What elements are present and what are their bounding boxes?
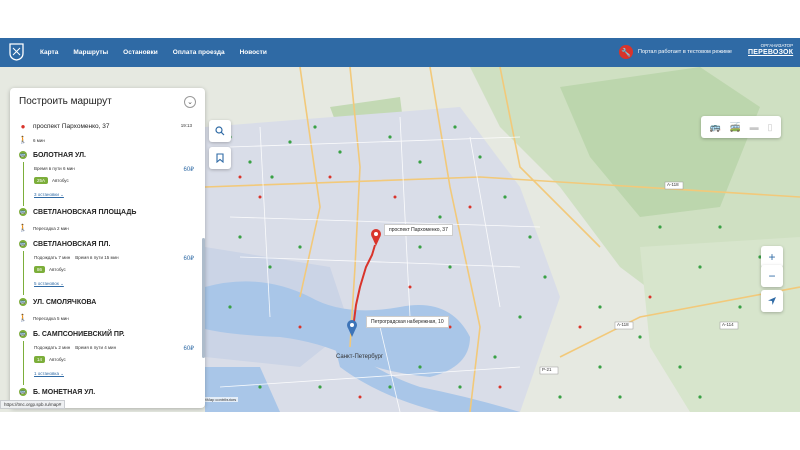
metro-icon[interactable]: ▯: [768, 122, 773, 133]
segment-details: Подождать 2 мин Время в пути 4 мин: [34, 345, 116, 350]
transfer-time: Пересадка 2 мин: [33, 225, 69, 231]
wrench-icon: 🔧: [619, 45, 633, 59]
walk-icon: 🚶: [18, 137, 28, 144]
travel-time: Время в пути 4 мин: [75, 345, 117, 350]
wait-time: Подождать 7 мин: [34, 255, 71, 260]
route-number[interactable]: 25А: [34, 177, 49, 184]
tram-icon[interactable]: ▬: [750, 122, 759, 132]
transport-mode: Автобус: [49, 267, 66, 272]
bus-icon: 🚌: [19, 240, 27, 248]
locate-arrow-icon[interactable]: [761, 290, 783, 312]
nav-map[interactable]: Карта: [40, 49, 58, 56]
stop-name: Б. САМПСОНИЕВСКИЙ ПР.: [33, 330, 125, 338]
stop-name: БОЛОТНАЯ УЛ.: [33, 151, 86, 159]
nav-payment[interactable]: Оплата проезда: [173, 49, 225, 56]
transfer-time: Пересадка 5 мин: [33, 315, 69, 321]
bus-icon: 🚌: [19, 330, 27, 338]
panel-scrollbar[interactable]: [202, 238, 205, 358]
travel-time: Время в пути 6 мин: [34, 166, 75, 171]
stop-item[interactable]: 🚌 БОЛОТНАЯ УЛ.: [19, 151, 86, 159]
origin-pin-icon: ●: [20, 121, 26, 131]
bookmark-icon[interactable]: [209, 147, 231, 169]
origin-time: 19:13: [180, 123, 192, 128]
search-icon[interactable]: [209, 120, 231, 142]
app-frame: Карта Маршруты Остановки Оплата проезда …: [0, 38, 800, 412]
stop-item[interactable]: 🚌 УЛ. СМОЛЯЧКОВА: [19, 298, 96, 306]
test-mode-status: 🔧 Портал работает в тестовом режиме: [619, 45, 732, 59]
stop-name: СВЕТЛАНОВСКАЯ ПЛОЩАДЬ: [33, 208, 137, 216]
nav-news[interactable]: Новости: [240, 49, 267, 56]
route-segment-line: [23, 162, 24, 206]
walk-step: 🚶 6 мин: [19, 136, 45, 144]
stops-toggle[interactable]: 5 остановок ⌄: [34, 281, 64, 287]
walk-icon: 🚶: [18, 315, 28, 322]
transport-mode: Автобус: [49, 357, 66, 362]
nav-stops[interactable]: Остановки: [123, 49, 158, 56]
route-info: 14 Автобус: [34, 356, 66, 363]
stop-name: Б. МОНЕТНАЯ УЛ.: [33, 388, 96, 396]
road-label: Р-21: [542, 367, 552, 372]
transport-filter: 🚌 🚎 ▬ ▯: [701, 116, 781, 138]
brand-logo[interactable]: ОРГАНИЗАТОР ПЕРЕВОЗОК: [748, 43, 794, 56]
stop-name: УЛ. СМОЛЯЧКОВА: [33, 298, 97, 306]
status-url: https://tmc.orgp.spb.ru/map#: [0, 400, 66, 409]
city-label: Санкт-Петербург: [336, 354, 384, 360]
travel-time: Время в пути 15 мин: [75, 255, 119, 260]
bus-icon: 🚌: [19, 151, 27, 159]
nav-routes[interactable]: Маршруты: [73, 49, 108, 56]
chevron-down-icon[interactable]: ⌄: [184, 96, 196, 108]
route-number[interactable]: 14: [34, 356, 46, 363]
stops-count-link[interactable]: 5 остановок ⌄: [34, 281, 64, 287]
origin-tooltip: проспект Пархоменко, 37: [384, 224, 453, 236]
stops-count-link[interactable]: 3 остановки ⌄: [34, 192, 64, 198]
road-label: А-114: [722, 322, 734, 327]
segment-details: Время в пути 6 мин: [34, 166, 75, 171]
destination-tooltip: Петроградская набережная, 10: [366, 316, 449, 328]
road-label: А-118: [617, 322, 629, 327]
fare-price: 60₽: [183, 256, 195, 262]
route-number[interactable]: 86: [34, 266, 46, 273]
origin-label: проспект Пархоменко, 37: [33, 122, 110, 130]
route-origin: ● проспект Пархоменко, 37: [19, 121, 110, 131]
route-segment-line: [23, 251, 24, 295]
stop-item[interactable]: 🚌 Б. МОНЕТНАЯ УЛ.: [19, 388, 95, 396]
zoom-out-button[interactable]: −: [761, 265, 783, 287]
bus-icon: 🚌: [19, 388, 27, 396]
main-nav: Карта Маршруты Остановки Оплата проезда …: [40, 38, 282, 67]
coat-of-arms-icon[interactable]: [9, 43, 24, 61]
transport-mode: Автобус: [52, 178, 69, 183]
walk-time: 6 мин: [33, 137, 45, 143]
stop-name: СВЕТЛАНОВСКАЯ ПЛ.: [33, 240, 111, 248]
route-segment-line: [23, 341, 24, 385]
walk-icon: 🚶: [18, 225, 28, 232]
transfer-step: 🚶 Пересадка 5 мин: [19, 314, 69, 322]
transfer-step: 🚶 Пересадка 2 мин: [19, 224, 69, 232]
stops-count-link[interactable]: 1 остановка ⌄: [34, 371, 64, 377]
wait-time: Подождать 2 мин: [34, 345, 71, 350]
fare-price: 60₽: [183, 167, 195, 173]
trolleybus-icon[interactable]: 🚎: [730, 122, 741, 133]
bus-icon: 🚌: [19, 298, 27, 306]
top-bar: Карта Маршруты Остановки Оплата проезда …: [0, 38, 800, 67]
segment-details: Подождать 7 мин Время в пути 15 мин: [34, 255, 119, 260]
route-info: 86 Автобус: [34, 266, 66, 273]
stop-item[interactable]: 🚌 СВЕТЛАНОВСКАЯ ПЛ.: [19, 240, 110, 248]
road-label: А-118: [667, 182, 679, 187]
stop-item[interactable]: 🚌 СВЕТЛАНОВСКАЯ ПЛОЩАДЬ: [19, 208, 136, 216]
stops-toggle[interactable]: 3 остановки ⌄: [34, 192, 64, 198]
panel-title: Построить маршрут: [19, 96, 112, 107]
bus-icon: 🚌: [19, 208, 27, 216]
status-text: Портал работает в тестовом режиме: [638, 49, 732, 55]
route-info: 25А Автобус: [34, 177, 69, 184]
route-panel: Построить маршрут ⌄ ● проспект Пархоменк…: [10, 88, 205, 408]
stop-item[interactable]: 🚌 Б. САМПСОНИЕВСКИЙ ПР.: [19, 330, 125, 338]
fare-price: 60₽: [183, 346, 195, 352]
stops-toggle[interactable]: 1 остановка ⌄: [34, 371, 64, 377]
brand-main: ПЕРЕВОЗОК: [748, 48, 794, 56]
bus-icon[interactable]: 🚌: [709, 122, 720, 133]
